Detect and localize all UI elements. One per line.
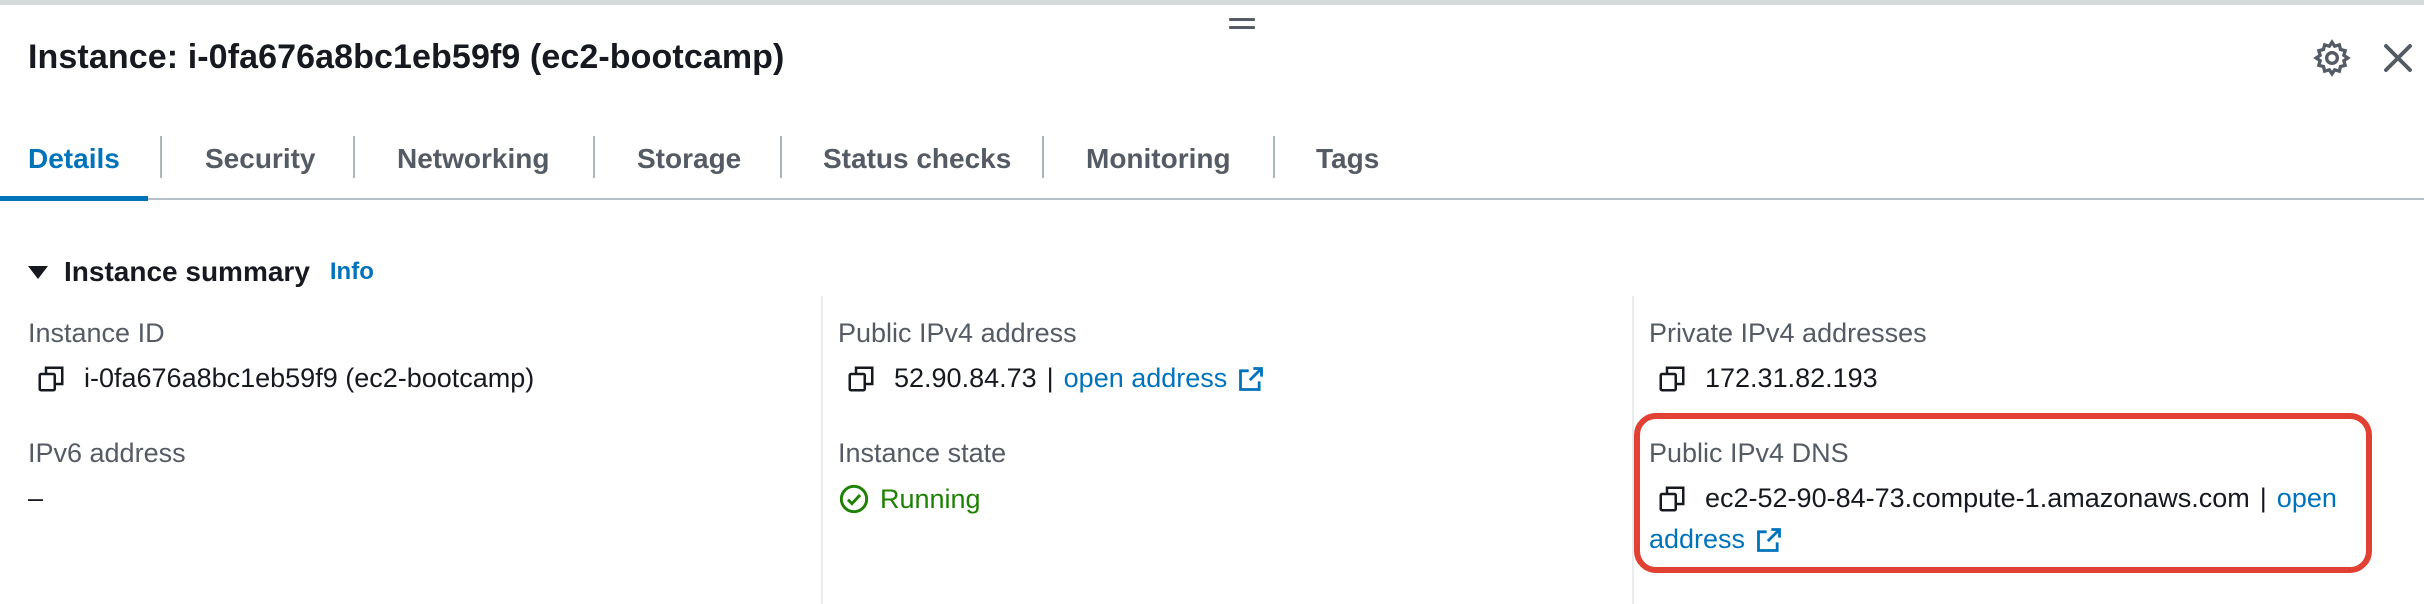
external-link-icon[interactable] [1237,365,1265,393]
field-label: IPv6 address [28,438,186,468]
private-ipv4-value: 172.31.82.193 [1705,363,1878,393]
tab-bar: Details Security Networking Storage Stat… [0,128,2424,201]
private-ipv4-field: Private IPv4 addresses 172.31.82.193 [1649,318,1927,394]
field-label: Private IPv4 addresses [1649,318,1927,348]
settings-button[interactable] [2312,38,2352,78]
copy-icon[interactable] [36,364,66,394]
tab-status-checks[interactable]: Status checks [795,128,1039,198]
check-circle-icon [839,484,869,514]
open-address-link[interactable]: open address [1064,363,1228,394]
tab-divider [1273,136,1275,178]
field-label: Instance state [838,438,1007,468]
public-ipv4-field: Public IPv4 address 52.90.84.73 | open a… [838,318,1265,394]
field-label: Public IPv4 address [838,318,1077,348]
tab-details[interactable]: Details [0,128,148,201]
copy-icon[interactable] [1657,364,1687,394]
collapse-caret-icon[interactable] [28,265,48,279]
tab-tags[interactable]: Tags [1288,128,1407,198]
resize-handle[interactable] [1229,18,1255,32]
tab-divider [1042,136,1044,178]
ipv6-value: – [28,483,44,513]
page-title: Instance: i-0fa676a8bc1eb59f9 (ec2-bootc… [28,38,785,76]
instance-id-value: i-0fa676a8bc1eb59f9 (ec2-bootcamp) [84,363,535,393]
info-link[interactable]: Info [330,258,374,286]
tab-divider [353,136,355,178]
tab-security[interactable]: Security [177,128,344,198]
column-divider [821,296,823,604]
status-badge: Running [838,483,981,515]
copy-icon[interactable] [846,364,876,394]
ipv6-field: IPv6 address – [28,438,186,514]
instance-state-field: Instance state Running [838,438,1006,515]
panel-top-border [0,0,2424,5]
close-button[interactable] [2380,40,2416,76]
field-label: Instance ID [28,318,165,348]
close-icon [2384,44,2412,72]
tab-divider [160,136,162,178]
tab-networking[interactable]: Networking [369,128,577,198]
instance-state-value: Running [880,483,981,514]
section-title: Instance summary [64,256,310,287]
instance-id-field: Instance ID i-0fa676a8bc1eb59f9 (ec2-boo… [28,318,534,394]
instance-summary-header: Instance summary Info [28,252,374,292]
tab-storage[interactable]: Storage [609,128,769,198]
highlight-annotation [1634,413,2372,573]
tab-divider [780,136,782,178]
tab-divider [593,136,595,178]
tab-monitoring[interactable]: Monitoring [1058,128,1259,198]
public-ipv4-value: 52.90.84.73 [894,363,1037,393]
gear-icon [2313,39,2351,77]
separator: | [1046,363,1054,393]
